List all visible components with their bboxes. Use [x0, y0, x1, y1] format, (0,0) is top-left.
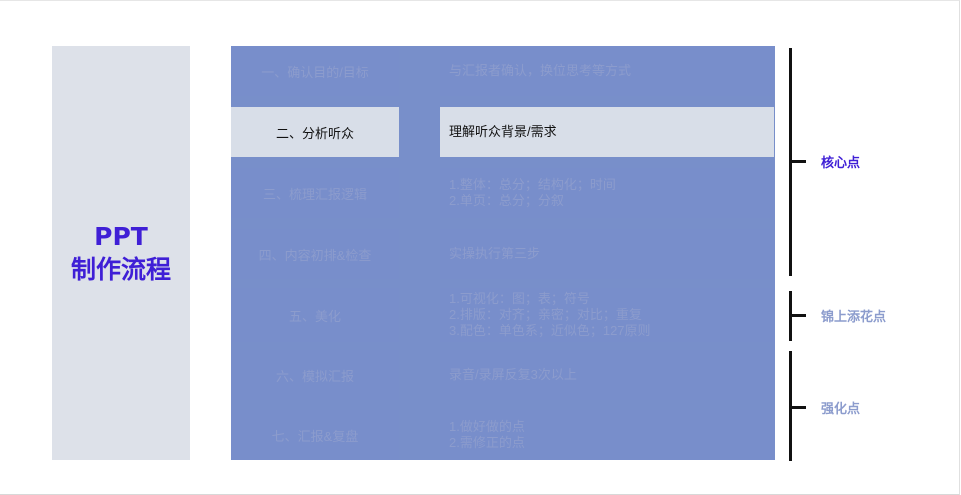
step-4-label: 四、内容初排&检查 [231, 229, 399, 279]
step-3-label: 三、梳理汇报逻辑 [231, 168, 399, 218]
step-4-desc-line-1: 实操执行第三步 [449, 246, 541, 261]
step-7-desc-line-2: 2.需修正的点 [449, 435, 525, 450]
title-line-1: PPT [94, 222, 148, 251]
bracket-reinforce-tick [792, 406, 806, 409]
step-7-desc: 1.做好做的点 2.需修正的点 [440, 410, 774, 460]
step-6-desc: 录音/录屏反复3次以上 [440, 350, 774, 400]
step-2-desc: 理解听众背景/需求 [440, 107, 774, 157]
step-5-desc-line-2: 2.排版：对齐；亲密；对比；重复 [449, 307, 642, 322]
step-1-desc: 与汇报者确认，换位思考等方式 [440, 46, 774, 96]
step-3-desc-line-2: 2.单页：总分；分叙 [449, 193, 564, 208]
bracket-bonus-tick [792, 314, 806, 317]
step-2-label: 二、分析听众 [231, 107, 399, 157]
step-3-desc-line-1: 1.整体：总分；结构化；时间 [449, 177, 616, 192]
step-5-desc-line-3: 3.配色：单色系；近似色；127原则 [449, 323, 651, 338]
bracket-bonus-label: 锦上添花点 [821, 309, 887, 324]
step-5-desc-line-1: 1.可视化：图；表；符号 [449, 291, 590, 306]
step-1-label: 一、确认目的/目标 [231, 46, 399, 96]
bracket-reinforce-label: 强化点 [821, 401, 861, 416]
step-4-desc: 实操执行第三步 [440, 229, 774, 279]
bracket-core-label: 核心点 [821, 155, 861, 170]
step-6-label: 六、模拟汇报 [231, 350, 399, 400]
step-3-desc: 1.整体：总分；结构化；时间 2.单页：总分；分叙 [440, 168, 774, 218]
step-5-label: 五、美化 [231, 288, 399, 342]
title-panel: PPT 制作流程 [52, 46, 190, 460]
step-1-desc-line-1: 与汇报者确认，换位思考等方式 [449, 63, 632, 78]
step-5-desc: 1.可视化：图；表；符号 2.排版：对齐；亲密；对比；重复 3.配色：单色系；近… [440, 288, 774, 342]
bracket-core-tick [792, 160, 806, 163]
step-6-desc-line-1: 录音/录屏反复3次以上 [449, 367, 577, 382]
step-2-desc-line-1: 理解听众背景/需求 [449, 124, 557, 139]
step-7-desc-line-1: 1.做好做的点 [449, 419, 525, 434]
step-7-label: 七、汇报&复盘 [231, 410, 399, 460]
title-line-2: 制作流程 [70, 255, 171, 284]
